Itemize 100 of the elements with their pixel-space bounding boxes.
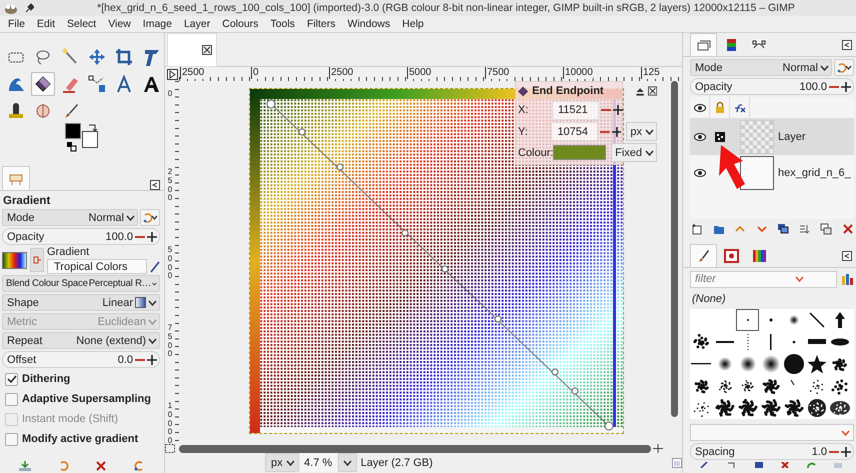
panel-menu-icon[interactable] <box>150 180 160 190</box>
reset-colours-icon[interactable] <box>67 142 77 152</box>
refresh-icon[interactable] <box>806 462 816 468</box>
brush-preview-icon[interactable] <box>760 354 781 374</box>
pointer-info-icon[interactable] <box>672 458 682 468</box>
folder-icon[interactable] <box>712 223 725 235</box>
new-layer-icon[interactable] <box>691 223 703 235</box>
unit-dropdown[interactable]: px <box>265 453 299 472</box>
menu-item[interactable]: Tools <box>264 18 301 30</box>
brush-preview-icon[interactable] <box>829 398 850 418</box>
duplicate-icon[interactable] <box>754 462 764 468</box>
panel-tab[interactable] <box>690 33 717 56</box>
caret-icon[interactable] <box>152 280 157 286</box>
reverse-button[interactable] <box>30 248 44 272</box>
panel-menu-icon[interactable] <box>842 40 852 50</box>
panel-tab[interactable] <box>690 244 717 267</box>
menu-item[interactable]: Image <box>136 18 178 30</box>
brush-preview-icon[interactable] <box>737 354 758 374</box>
caret-icon[interactable] <box>148 338 157 344</box>
checkbox[interactable] <box>5 392 18 406</box>
eye-icon[interactable] <box>694 169 706 177</box>
foreground-colour-swatch[interactable] <box>65 123 81 139</box>
unit-dropdown[interactable]: px <box>626 122 658 142</box>
menu-item[interactable]: Windows <box>342 18 396 30</box>
gradient-name-field[interactable]: Tropical Colors <box>47 259 147 274</box>
brush-preview-icon[interactable] <box>806 398 827 418</box>
tool-options-tab[interactable] <box>2 166 30 190</box>
x-field[interactable]: 11521 <box>552 100 599 120</box>
menu-item[interactable]: Colours <box>216 18 264 30</box>
spin-field[interactable]: Offset 0.0 <box>2 351 160 368</box>
layer-thumbnail[interactable] <box>740 156 774 190</box>
spin-field[interactable]: Spacing 1.0 <box>690 443 854 460</box>
caret-icon[interactable] <box>645 150 654 156</box>
horizontal-scrollbar[interactable] <box>179 444 651 452</box>
vertical-scrollbar[interactable] <box>671 81 678 417</box>
restore-icon[interactable] <box>132 461 145 471</box>
lock-icon[interactable] <box>714 102 724 113</box>
mask-icon[interactable] <box>820 223 832 235</box>
plus-icon[interactable] <box>147 354 157 364</box>
delete-icon[interactable] <box>96 461 106 471</box>
gradients-icon[interactable] <box>752 249 767 263</box>
caret-icon[interactable] <box>286 460 295 466</box>
brush-preview-icon[interactable] <box>783 398 804 418</box>
zoom-dropdown-button[interactable] <box>338 453 357 472</box>
brush-preview-icon[interactable] <box>714 398 735 418</box>
mode-dropdown[interactable]: Fixed <box>611 143 657 162</box>
pin-icon[interactable] <box>24 3 34 13</box>
dropdown[interactable]: Blend Colour Space Perceptual R… <box>2 275 160 292</box>
zoom-field[interactable]: 4.7 % <box>300 453 337 472</box>
menu-item[interactable]: Filters <box>300 18 342 30</box>
paintbrush-icon[interactable] <box>696 249 711 263</box>
image-tab[interactable] <box>167 33 217 67</box>
brush-preview-icon[interactable] <box>691 332 712 352</box>
tag-icon[interactable] <box>840 272 854 286</box>
effects-icon[interactable] <box>734 102 746 112</box>
panel-menu-icon[interactable] <box>842 250 852 260</box>
plus-icon[interactable] <box>841 82 851 92</box>
brush-preview-icon[interactable] <box>760 376 781 396</box>
filter-input[interactable]: filter <box>695 273 795 285</box>
edit-pencil-icon[interactable] <box>700 462 710 468</box>
brush-preview-icon[interactable] <box>783 354 804 374</box>
quick-mask-icon[interactable] <box>165 444 175 453</box>
layer-row[interactable]: Layer <box>690 119 854 155</box>
mode-dropdown[interactable]: Mode Normal <box>2 209 138 226</box>
menu-item[interactable]: Edit <box>30 18 62 30</box>
caret-icon[interactable] <box>820 64 829 70</box>
duplicate-icon[interactable] <box>777 223 790 235</box>
layer-name[interactable]: Layer <box>774 131 806 143</box>
pattern-icon[interactable] <box>724 249 739 263</box>
swap-icon[interactable] <box>87 123 97 133</box>
menu-item[interactable]: Help <box>396 18 430 30</box>
spin-field[interactable]: Opacity 100.0 <box>690 78 854 95</box>
new-brush-icon[interactable] <box>726 462 737 468</box>
eye-icon[interactable] <box>694 104 706 112</box>
close-icon[interactable] <box>648 86 657 96</box>
mode-dropdown[interactable]: Mode Normal <box>690 59 832 76</box>
spin-field[interactable]: Opacity 100.0 <box>2 228 160 245</box>
menu-item[interactable]: Select <box>61 18 102 30</box>
merge-icon[interactable] <box>798 223 811 235</box>
dropdown[interactable]: Shape Linear <box>2 294 160 311</box>
eye-icon[interactable] <box>694 133 706 141</box>
plus-icon[interactable] <box>613 105 623 116</box>
layers-icon[interactable] <box>696 38 711 52</box>
layer-name[interactable]: hex_grid_n_6_ <box>774 167 851 179</box>
background-colour-swatch[interactable] <box>82 131 98 148</box>
layer-row[interactable]: hex_grid_n_6_ <box>690 155 854 191</box>
gradient-preview[interactable] <box>2 252 27 268</box>
y-field[interactable]: 10754 <box>551 122 598 142</box>
checkbox[interactable] <box>5 432 18 446</box>
brush-preview-icon[interactable] <box>760 398 781 418</box>
filter-field[interactable]: filter <box>690 270 837 288</box>
caret-icon[interactable] <box>645 128 654 135</box>
dropdown[interactable]: Repeat None (extend) <box>2 332 160 349</box>
brush-preview-icon[interactable] <box>737 398 758 418</box>
menu-item[interactable]: View <box>102 18 137 30</box>
caret-icon[interactable] <box>126 214 135 220</box>
plus-icon[interactable] <box>147 232 157 242</box>
delete-icon[interactable] <box>842 223 854 235</box>
navigate-icon[interactable] <box>653 444 663 453</box>
menu-item[interactable]: Layer <box>178 18 216 30</box>
